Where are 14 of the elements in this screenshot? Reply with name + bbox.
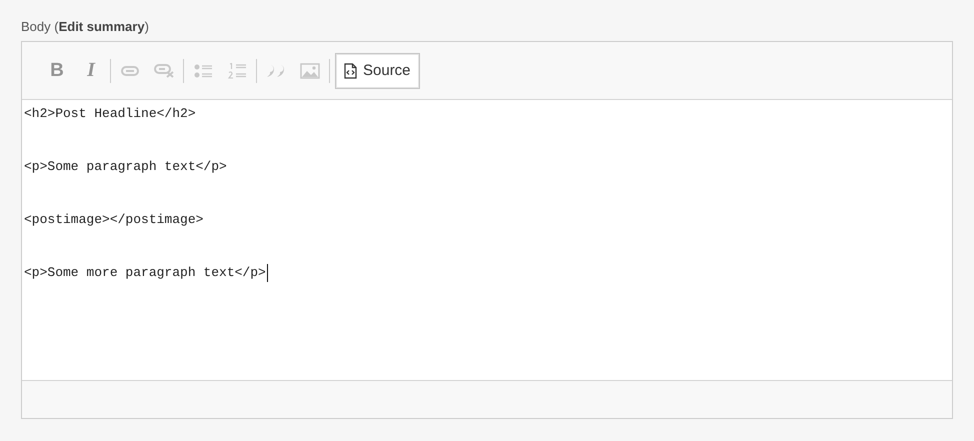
source-file-icon xyxy=(344,62,357,78)
image-icon xyxy=(300,62,320,78)
quote-icon xyxy=(266,64,286,78)
code-line: <h2>Post Headline</h2> xyxy=(24,105,196,122)
source-button[interactable]: Source xyxy=(335,52,420,88)
numbered-list-icon xyxy=(228,62,246,78)
code-line: <p>Some more paragraph text</p> xyxy=(24,264,266,281)
bulleted-list-icon xyxy=(194,64,212,78)
code-line: <postimage></postimage> xyxy=(24,211,204,228)
field-label: Body (Edit summary) xyxy=(21,19,149,34)
source-textarea[interactable]: <h2>Post Headline</h2> <p>Some paragraph text</p> <postimage></postimage> <p>Some more paragraph text</p> xyxy=(22,100,952,381)
unlink-icon xyxy=(154,63,174,78)
link-icon xyxy=(121,64,139,76)
code-line: <p>Some paragraph text</p> xyxy=(24,158,227,175)
